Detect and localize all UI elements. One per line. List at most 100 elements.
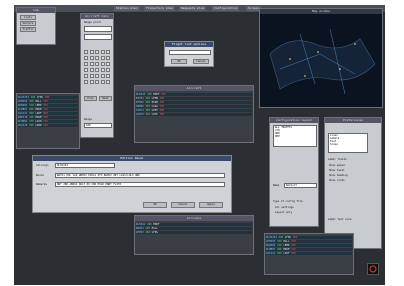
flight-strip-row[interactable]: TAP13 380 LPPT 380 [136, 109, 252, 112]
flight-strip-row[interactable]: EZY81 340 LFMN 340 [136, 97, 252, 100]
flight-strip-row[interactable]: KLM887 290 EDDM 310 [18, 108, 78, 111]
keypad-key[interactable] [95, 68, 99, 72]
preferences-list[interactable]: Lines Labels Text Sizes [328, 133, 368, 153]
keypad-key[interactable] [95, 50, 99, 54]
keypad-key[interactable] [100, 50, 105, 54]
preferences-check-speed[interactable]: Show speed [329, 164, 345, 167]
calc-list-field[interactable] [84, 26, 112, 32]
flight-strip-row[interactable]: DLH9RA 370 LSZH 370 [18, 120, 78, 123]
preferences-footer-label: Label text size [328, 218, 352, 221]
config-option-all[interactable]: All settings [275, 206, 294, 209]
keypad-key[interactable] [89, 50, 94, 54]
keypad-key[interactable] [95, 62, 99, 66]
flight-strip-row[interactable]: DLH445 330 EDDF 350 [136, 93, 252, 96]
strip-cleared-level: 370 [159, 105, 165, 108]
flight-strip-row[interactable]: AUA228 300 LOWW 320 [18, 124, 78, 127]
menu-station-plan[interactable]: Station plan [114, 6, 140, 11]
log-tab-lists[interactable]: Lists [20, 15, 36, 20]
options-ok-button[interactable]: OK [171, 59, 187, 64]
menu-requests-plan[interactable]: Requests plan [179, 6, 207, 11]
preferences-check-level[interactable]: Show level [329, 169, 345, 172]
radar-map-window[interactable]: Map window [259, 8, 383, 108]
keypad-key[interactable] [100, 56, 105, 60]
flight-strip-row[interactable]: KLM887 290 EDDM 310 [266, 248, 352, 251]
flight-strip-list-left: DLH1234 340 LFPG 380 AFR565 350 EGLL 370… [16, 93, 80, 149]
keypad-key[interactable] [100, 62, 105, 66]
keypad-key[interactable] [106, 68, 110, 72]
options-cancel-button[interactable]: Cancel [193, 59, 209, 64]
keypad-key[interactable] [84, 62, 88, 66]
flight-strip-row[interactable]: SAS121 360 LIRF 360 [266, 252, 352, 255]
keypad-key[interactable] [84, 74, 88, 78]
keypad-key[interactable] [89, 56, 94, 60]
preferences-check-heading[interactable]: Show heading [329, 174, 348, 177]
keypad-key[interactable] [89, 80, 94, 84]
menu-trajectory-plan[interactable]: Trajectory plan [144, 6, 176, 11]
log-tab-sectors[interactable]: Sectors [20, 21, 36, 26]
flight-strip-row[interactable]: DLH1234 340 LFPG 380 [18, 96, 78, 99]
flight-strip-row[interactable]: AFR565 350 EGLL 370 [266, 240, 352, 243]
keypad-key[interactable] [95, 80, 99, 84]
log-tab-traffic[interactable]: Traffic [20, 27, 36, 32]
keypad-key[interactable] [100, 68, 105, 72]
keypad-key[interactable] [84, 68, 88, 72]
config-name-field[interactable]: Default [284, 183, 317, 188]
keypad-key[interactable] [84, 80, 88, 84]
edition-dialog-title: Edition Panel [33, 156, 231, 161]
flight-strip-row[interactable]: AFR33 260 LFPG [136, 231, 252, 234]
flight-strip-row[interactable]: AFR565 350 EGLL 370 [18, 100, 78, 103]
aircraft-calc-panel: Aircraft Calc Range point Prev Next Rang… [80, 13, 114, 138]
keypad-key[interactable] [106, 56, 110, 60]
strip-callsign: BAW12 [136, 227, 146, 230]
strip-destination: EDDM [35, 108, 43, 111]
arrivals-panel-title: Arrivals [135, 216, 253, 221]
calc-next-button[interactable]: Next [99, 96, 112, 101]
edition-remarks-field[interactable]: RWY 28R ABUSO 0ULT 06 VOR HOLD ENRT FL37… [55, 182, 225, 187]
flight-strip-row[interactable]: RYR22 290 EIDW 310 [136, 101, 252, 104]
strip-callsign: RYR22 [136, 101, 146, 104]
keypad-key[interactable] [106, 74, 110, 78]
keypad-key[interactable] [84, 50, 88, 54]
keypad-key[interactable] [84, 56, 88, 60]
edition-apply-button[interactable]: Apply [199, 202, 223, 208]
flight-strip-row[interactable]: AZA55 310 LIMC 330 [136, 113, 252, 116]
calc-panel-title: Aircraft Calc [81, 14, 113, 19]
strip-callsign: DLH1234 [18, 96, 31, 99]
flight-strip-row[interactable]: SAS121 360 LIRF 360 [18, 112, 78, 115]
keypad-key[interactable] [95, 74, 99, 78]
keypad-key[interactable] [106, 50, 110, 54]
edition-cancel-button[interactable]: Cancel [171, 202, 195, 208]
keypad-key[interactable] [100, 80, 105, 84]
options-dialog-field[interactable] [169, 50, 211, 55]
preferences-check-route[interactable]: Show route [329, 179, 345, 182]
flight-strip-row[interactable]: BAW482 310 LEMD 330 [266, 244, 352, 247]
strip-destination: EHAM [35, 116, 43, 119]
calc-list-field-2[interactable] [84, 34, 112, 40]
config-list-item[interactable]: DEP [275, 135, 316, 138]
keypad-key[interactable] [95, 56, 99, 60]
keypad-key[interactable] [89, 68, 94, 72]
flight-strip-row[interactable]: DLH1234 340 LFPG 380 [266, 236, 352, 239]
preferences-panel: Preferences Lines Labels Text Sizes Labe… [324, 117, 382, 249]
keypad-key[interactable] [106, 80, 110, 84]
preferences-list-item[interactable]: Sizes [330, 143, 367, 146]
flight-strip-row[interactable]: DLH441 240 EDDF [136, 223, 252, 226]
calc-footer-field[interactable]: 100 [84, 123, 112, 128]
keypad-key[interactable] [89, 62, 94, 66]
keypad-key[interactable] [100, 74, 105, 78]
edition-route-field[interactable]: NATS1 POL VAP UNTR3 EXUS1 STH BANT2 ORT … [55, 173, 225, 178]
calc-section-label: Range point [84, 21, 102, 24]
keypad-key[interactable] [106, 62, 110, 66]
strip-destination: EGLL [283, 240, 291, 243]
keypad-key[interactable] [89, 74, 94, 78]
edition-ok-button[interactable]: OK [143, 202, 167, 208]
calc-prev-button[interactable]: Prev [84, 96, 97, 101]
menu-configuration[interactable]: Configuration [212, 6, 240, 11]
edition-callsign-field[interactable]: DLH1234 [55, 163, 115, 168]
config-list[interactable]: ALL TRAFFIC CTR ARR DEP [273, 125, 317, 147]
flight-strip-row[interactable]: IBE310 320 EHAM 340 [18, 116, 78, 119]
config-option-layout[interactable]: Layout only [275, 211, 292, 214]
flight-strip-row[interactable]: SWR96 350 LSGG 370 [136, 105, 252, 108]
flight-strip-row[interactable]: BAW12 220 EGLL [136, 227, 252, 230]
flight-strip-row[interactable]: BAW482 310 LEMD 330 [18, 104, 78, 107]
